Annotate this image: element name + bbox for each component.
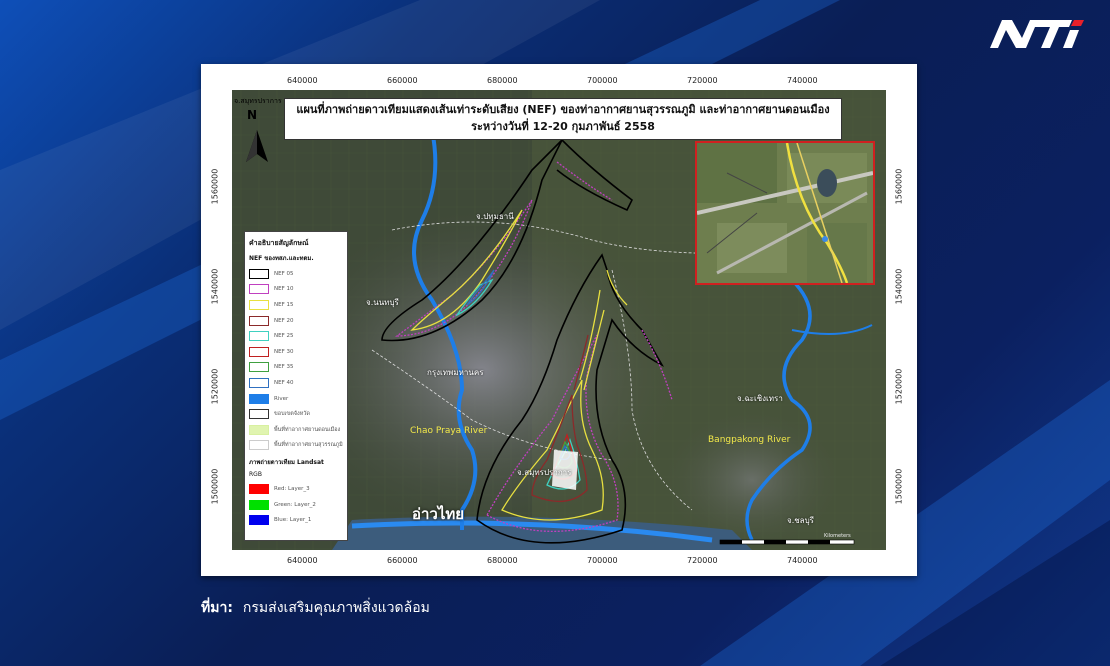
legend-band-label: Blue: Layer_1 — [274, 517, 312, 524]
legend-title: คำอธิบายสัญลักษณ์ — [249, 239, 309, 247]
legend-bands: Red: Layer_3 Green: Layer_2 Blue: Layer_1 — [245, 481, 347, 528]
x-tick: 720000 — [687, 76, 718, 85]
legend-item-label: River — [274, 395, 289, 402]
x-tick: 720000 — [687, 556, 718, 565]
legend-subtitle: NEF ของทสภ.และทดม. — [249, 255, 314, 262]
legend-item: NEF 15 — [249, 297, 347, 313]
legend-item: พื้นที่ท่าอากาศยานดอนเมือง — [249, 422, 347, 438]
scale-label: Kilometers — [824, 533, 851, 539]
legend-item-label: NEF 35 — [274, 364, 294, 371]
legend-item: พื้นที่ท่าอากาศยานสุวรรณภูมิ — [249, 438, 347, 454]
legend-swatch — [249, 268, 269, 279]
legend-item-label: พื้นที่ท่าอากาศยานสุวรรณภูมิ — [274, 442, 343, 449]
y-tick: 1520000 — [894, 368, 904, 405]
river-label: Chao Praya River — [410, 426, 488, 436]
x-tick: 700000 — [587, 556, 618, 565]
x-tick: 740000 — [787, 76, 818, 85]
legend-item: NEF 20 — [249, 313, 347, 329]
x-tick: 640000 — [287, 76, 318, 85]
nti-logo — [986, 14, 1092, 54]
y-tick: 1560000 — [210, 168, 220, 205]
legend-item-label: NEF 40 — [274, 379, 294, 386]
y-tick: 1500000 — [894, 468, 904, 505]
legend-swatch — [249, 362, 269, 373]
legend-band-label: Green: Layer_2 — [274, 501, 316, 508]
legend-swatch — [249, 440, 269, 451]
legend-band: Red: Layer_3 — [249, 481, 347, 497]
y-tick: 1520000 — [210, 368, 220, 405]
river-label: Bangpakong River — [708, 435, 791, 445]
legend-swatch — [249, 315, 269, 326]
gulf-label: อ่าวไทย — [412, 505, 465, 523]
legend-item: NEF 10 — [249, 282, 347, 298]
place-label: จ.นนทบุรี — [366, 298, 399, 307]
legend-band: Green: Layer_2 — [249, 497, 347, 513]
legend-item: NEF 05 — [249, 266, 347, 282]
x-tick: 660000 — [387, 76, 418, 85]
legend-swatch — [249, 409, 269, 420]
legend-swatch — [249, 346, 269, 357]
legend-swatch — [249, 284, 269, 295]
map-title-line2: ระหว่างวันที่ 12-20 กุมภาพันธ์ 2558 — [471, 120, 655, 133]
x-tick: 680000 — [487, 76, 518, 85]
north-label: N — [247, 108, 258, 122]
legend-item-label: ขอบเขตจังหวัด — [274, 411, 310, 418]
y-tick: 1540000 — [210, 268, 220, 305]
place-label: จ.ปทุมธานี — [476, 212, 514, 221]
satellite-map: N แผนที่ภาพถ่ายดาวเทียมแสดงเส้นเท่าระดับ… — [232, 90, 886, 550]
place-label: จ.ชลบุรี — [787, 516, 814, 525]
legend-item-label: NEF 25 — [274, 333, 294, 340]
legend-item-label: NEF 30 — [274, 348, 294, 355]
legend-swatch — [249, 424, 269, 435]
map-frame: 640000 660000 680000 700000 720000 74000… — [201, 64, 917, 576]
legend-item: River — [249, 391, 347, 407]
x-tick: 660000 — [387, 556, 418, 565]
legend-panel: คำอธิบายสัญลักษณ์ NEF ของทสภ.และทดม. NEF… — [244, 231, 348, 541]
map-title-line1: แผนที่ภาพถ่ายดาวเทียมแสดงเส้นเท่าระดับเส… — [296, 103, 830, 116]
y-tick: 1500000 — [210, 468, 220, 505]
legend-landsat-title: ภาพถ่ายดาวเทียม Landsat — [249, 459, 324, 467]
legend-band-swatch — [249, 483, 269, 494]
x-tick: 680000 — [487, 556, 518, 565]
place-label: จ.สมุทรปราการ — [517, 468, 572, 477]
place-label: จ.ฉะเชิงเทรา — [737, 394, 783, 403]
north-arrow-icon: N — [244, 108, 270, 180]
place-label: กรุงเทพมหานคร — [427, 368, 484, 377]
legend-item: NEF 25 — [249, 328, 347, 344]
legend-swatch — [249, 331, 269, 342]
legend-items: NEF 05 NEF 10 NEF 15 NEF 20 NEF 25 NEF 30 NEF … — [245, 266, 347, 453]
legend-band-swatch — [249, 499, 269, 510]
legend-band-swatch — [249, 515, 269, 526]
x-tick: 640000 — [287, 556, 318, 565]
scale-bar — [719, 539, 855, 545]
x-tick: 740000 — [787, 556, 818, 565]
map-title-box: แผนที่ภาพถ่ายดาวเทียมแสดงเส้นเท่าระดับเส… — [284, 98, 842, 140]
legend-item: NEF 30 — [249, 344, 347, 360]
legend-item-label: NEF 05 — [274, 270, 294, 277]
legend-item: NEF 35 — [249, 360, 347, 376]
place-label: จ.สมุทรปราการ — [234, 97, 282, 105]
legend-item-label: พื้นที่ท่าอากาศยานดอนเมือง — [274, 426, 341, 433]
legend-item: ขอบเขตจังหวัด — [249, 406, 347, 422]
source-caption: ที่มา: กรมส่งเสริมคุณภาพสิ่งแวดล้อม — [201, 597, 430, 619]
legend-swatch — [249, 393, 269, 404]
legend-item-label: NEF 20 — [274, 317, 294, 324]
x-tick: 700000 — [587, 76, 618, 85]
source-text: กรมส่งเสริมคุณภาพสิ่งแวดล้อม — [242, 600, 430, 616]
legend-band: Blue: Layer_1 — [249, 512, 347, 528]
y-tick: 1540000 — [894, 268, 904, 305]
legend-item-label: NEF 10 — [274, 286, 294, 293]
legend-rgb-title: RGB — [249, 471, 262, 479]
y-tick: 1560000 — [894, 168, 904, 205]
legend-band-label: Red: Layer_3 — [274, 485, 310, 492]
legend-item: NEF 40 — [249, 375, 347, 391]
legend-swatch — [249, 377, 269, 388]
source-label: ที่มา: — [201, 600, 233, 616]
legend-swatch — [249, 299, 269, 310]
inset-airport-image — [695, 141, 875, 285]
legend-item-label: NEF 15 — [274, 301, 294, 308]
